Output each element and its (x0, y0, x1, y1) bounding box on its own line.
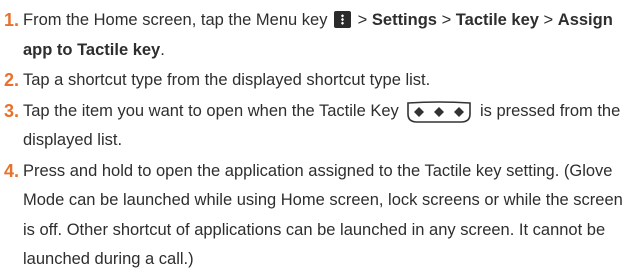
step-4: 4. Press and hold to open the applicatio… (0, 157, 635, 275)
step-1: 1. From the Home screen, tap the Menu ke… (0, 6, 635, 65)
step-number: 4. (4, 160, 20, 181)
settings-label: Settings (371, 11, 437, 29)
step-3: 3. Tap the item you want to open when th… (0, 97, 635, 156)
instruction-steps: 1. From the Home screen, tap the Menu ke… (0, 0, 644, 275)
step-number: 2. (4, 70, 20, 90)
step-text: Tap the item you want to open when the T… (23, 101, 399, 120)
step-number: 3. (4, 100, 20, 121)
step-2: 2. Tap a shortcut type from the displaye… (0, 66, 635, 96)
step-number: 1. (4, 10, 20, 30)
menu-key-icon (334, 11, 352, 28)
step-text: Tap a shortcut type from the displayed s… (23, 71, 431, 89)
tactile-key-icon (407, 100, 472, 123)
step-text: Press and hold to open the application a… (23, 161, 623, 269)
tactile-key-label: Tactile key (455, 11, 539, 29)
step-text: From the Home screen, tap the Menu key (23, 11, 328, 29)
